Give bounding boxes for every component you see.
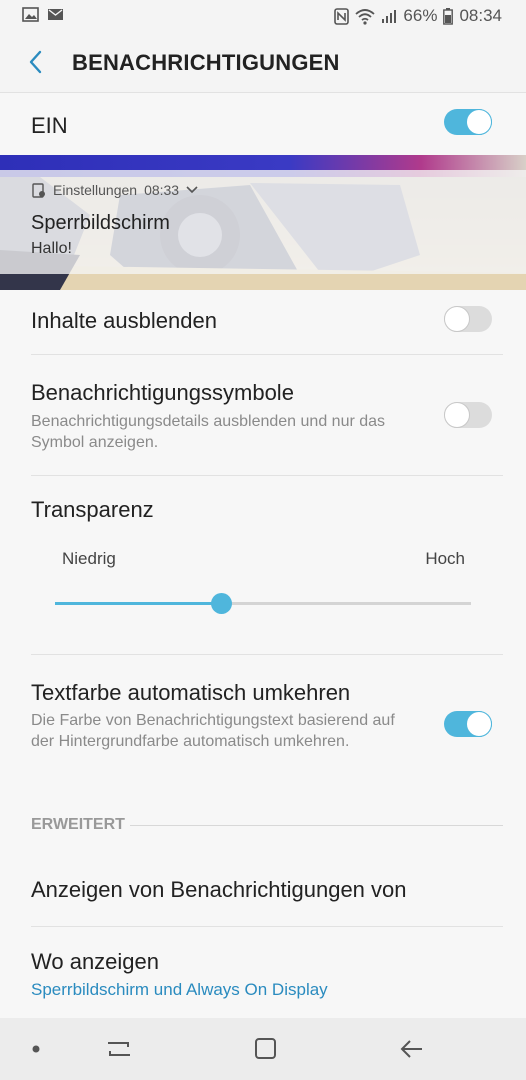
app-bar: BENACHRICHTIGUNGEN: [0, 32, 526, 93]
back-arrow-icon[interactable]: [20, 46, 52, 78]
transparency-row: Transparenz Niedrig Hoch: [0, 476, 526, 654]
notification-time: 08:33: [144, 182, 180, 198]
dot-icon[interactable]: [19, 1034, 53, 1064]
notification-icons-subtitle: Benachrichtigungsdetails ausblenden und …: [31, 413, 386, 451]
hide-content-row[interactable]: Inhalte ausblenden: [0, 290, 526, 354]
clock: 08:34: [459, 6, 502, 25]
wifi-icon: [355, 8, 376, 25]
invert-text-toggle[interactable]: [444, 711, 492, 737]
recent-apps-icon[interactable]: [102, 1034, 136, 1064]
notification-text: Hallo!: [31, 240, 72, 257]
where-show-title: Wo anzeigen: [31, 949, 160, 974]
home-icon[interactable]: [248, 1034, 282, 1064]
where-show-row[interactable]: Wo anzeigen Sperrbildschirm und Always O…: [0, 927, 526, 1017]
battery-percent: 66%: [403, 6, 438, 25]
hide-content-title: Inhalte ausblenden: [31, 308, 217, 333]
slider-low-label: Niedrig: [62, 549, 116, 568]
settings-app-icon: [32, 182, 45, 198]
notification-preview-card: Einstellungen 08:33 Sperrbildschirm Hall…: [0, 170, 526, 274]
notification-app-name: Einstellungen: [53, 182, 138, 198]
status-right: 66% 08:34: [334, 6, 502, 26]
slider-fill: [55, 602, 221, 605]
toggle-knob: [444, 306, 470, 332]
master-switch-row[interactable]: EIN: [0, 93, 526, 155]
back-icon[interactable]: [395, 1034, 429, 1064]
status-bar: 66% 08:34: [0, 0, 526, 32]
toggle-knob: [466, 109, 492, 135]
page-title: BENACHRICHTIGUNGEN: [72, 50, 340, 75]
chevron-down-icon: [186, 186, 198, 194]
signal-icon: [382, 9, 397, 23]
status-left-icons: [22, 7, 64, 22]
notification-icons-row[interactable]: Benachrichtigungssymbole Benachrichtigun…: [0, 355, 526, 475]
gallery-icon: [22, 7, 39, 22]
transparency-slider[interactable]: [55, 593, 471, 614]
mail-icon: [48, 9, 63, 20]
show-from-row[interactable]: Anzeigen von Benachrichtigungen von: [0, 850, 526, 926]
invert-text-title: Textfarbe automatisch umkehren: [31, 680, 351, 705]
section-divider: [130, 825, 503, 826]
show-from-title: Anzeigen von Benachrichtigungen von: [31, 877, 407, 902]
battery-icon: [443, 7, 454, 25]
notification-icons-title: Benachrichtigungssymbole: [31, 380, 294, 405]
section-header-advanced: ERWEITERT: [31, 816, 125, 833]
invert-text-subtitle: Die Farbe von Benachrichtigungstext basi…: [31, 712, 395, 750]
notification-title: Sperrbildschirm: [31, 212, 170, 234]
notification-icons-toggle[interactable]: [444, 402, 492, 428]
toggle-knob: [466, 711, 492, 737]
nfc-icon: [334, 7, 350, 25]
invert-text-row[interactable]: Textfarbe automatisch umkehren Die Farbe…: [0, 655, 526, 795]
transparency-title: Transparenz: [31, 497, 154, 522]
toggle-knob: [444, 402, 470, 428]
slider-thumb[interactable]: [211, 593, 232, 614]
notification-header: Einstellungen 08:33: [32, 182, 198, 198]
where-show-value: Sperrbildschirm und Always On Display: [31, 980, 328, 999]
slider-high-label: Hoch: [425, 549, 465, 568]
master-switch-label: EIN: [31, 113, 68, 138]
lockscreen-preview: Einstellungen 08:33 Sperrbildschirm Hall…: [0, 155, 526, 290]
master-toggle[interactable]: [444, 109, 492, 135]
hide-content-toggle[interactable]: [444, 306, 492, 332]
navigation-bar: [0, 1018, 526, 1080]
